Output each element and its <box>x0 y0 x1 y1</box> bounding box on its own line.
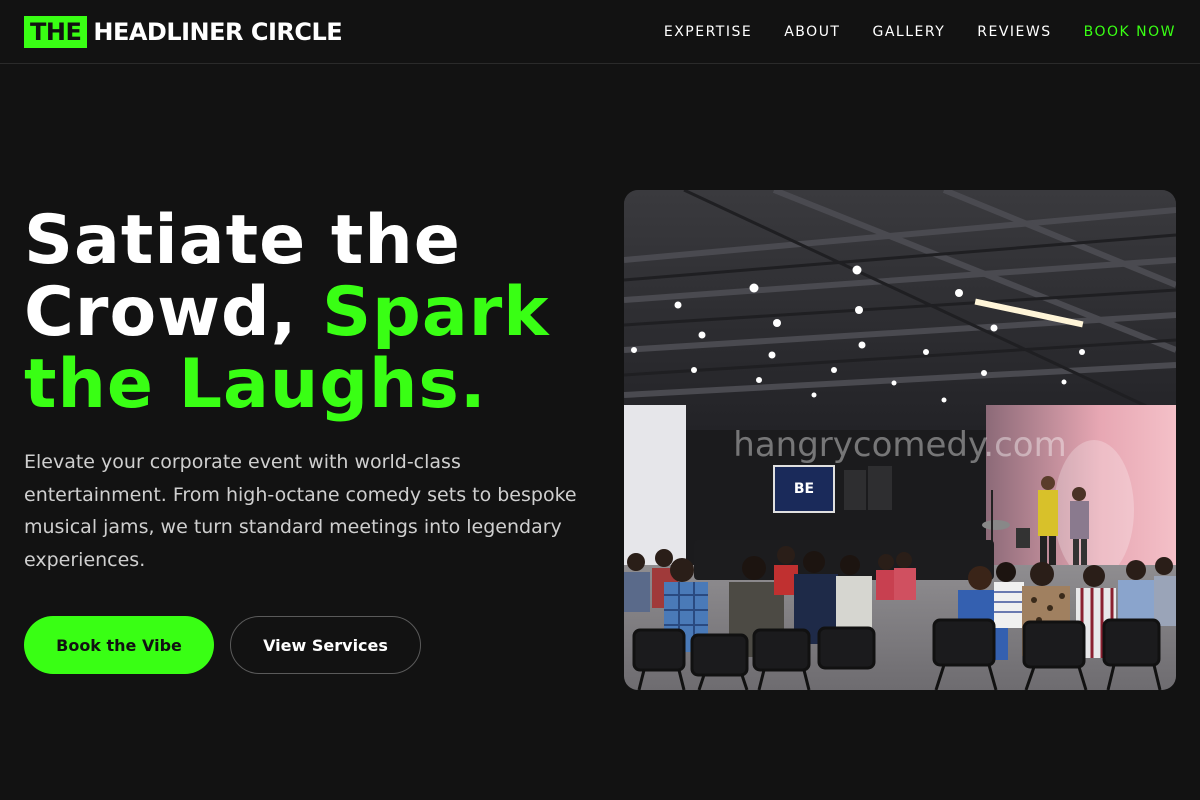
nav-link-about[interactable]: ABOUT <box>784 24 840 40</box>
hero-title-line1: Satiate the <box>24 201 461 280</box>
hero-title-line2-white: Crowd, <box>24 273 298 352</box>
hero-title: Satiate the Crowd, Spark the Laughs. <box>24 205 594 421</box>
nav-link-gallery[interactable]: GALLERY <box>873 24 946 40</box>
logo-text: HEADLINER CIRCLE <box>93 18 343 46</box>
logo-mark: THE <box>24 16 88 48</box>
nav-link-book-now[interactable]: BOOK NOW <box>1084 24 1176 40</box>
logo[interactable]: THE HEADLINER CIRCLE <box>24 16 343 48</box>
image-watermark: hangrycomedy.com <box>733 425 1066 465</box>
main-nav: EXPERTISE ABOUT GALLERY REVIEWS BOOK NOW <box>664 0 1176 64</box>
hero-title-line3-accent: the Laughs. <box>24 345 487 424</box>
site-header: THE HEADLINER CIRCLE EXPERTISE ABOUT GAL… <box>0 0 1200 64</box>
event-photo-illustration: BE hangrycomedy.com <box>624 190 1176 690</box>
hero-event-photo: BE hangrycomedy.com <box>624 190 1176 690</box>
nav-link-expertise[interactable]: EXPERTISE <box>664 24 752 40</box>
hero-title-line2-accent: Spark <box>322 273 550 352</box>
book-the-vibe-button[interactable]: Book the Vibe <box>24 616 214 674</box>
hero-description: Elevate your corporate event with world-… <box>24 451 577 571</box>
nav-link-reviews[interactable]: REVIEWS <box>977 24 1051 40</box>
view-services-button[interactable]: View Services <box>230 616 421 674</box>
stage-screen-text: BE <box>794 481 814 497</box>
